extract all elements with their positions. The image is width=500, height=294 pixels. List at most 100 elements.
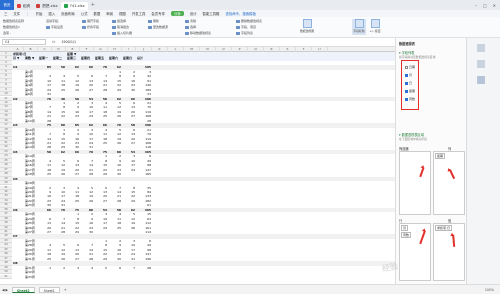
sheet-nav-icon[interactable]: ◀ ▶: [2, 288, 8, 292]
tab-file-1[interactable]: 把把.xlsx: [33, 2, 60, 10]
value-cell[interactable]: [52, 275, 66, 279]
field-weekday-label: 星期: [409, 89, 416, 93]
field-headers-button[interactable]: 字段标题: [352, 19, 366, 35]
slicer-icon: [112, 31, 116, 35]
field-settings-button[interactable]: 字段设置: [46, 25, 63, 29]
pivot-name-input[interactable]: 数据透视表1: [3, 25, 24, 29]
sheet-tab-1[interactable]: Sheet1: [38, 286, 60, 293]
select-button[interactable]: 选择: [185, 25, 211, 29]
field-day[interactable]: 日: [405, 81, 412, 85]
xlsx-file-icon: [36, 4, 41, 8]
field-settings-label: 字段设置: [51, 25, 64, 29]
row-item-month[interactable]: 月: [401, 225, 409, 231]
menu-item-toolbox[interactable]: 智能工具箱: [203, 11, 220, 16]
tab-home[interactable]: 首页: [0, 0, 14, 10]
pivot-chart-button[interactable]: 数据透视图: [300, 19, 314, 35]
row-number[interactable]: 51: [0, 274, 12, 279]
month-cell[interactable]: [12, 275, 24, 279]
tab-docer[interactable]: 稻壳: [14, 2, 33, 10]
field-weeknum[interactable]: 周数: [405, 97, 415, 101]
sidebar-tool-icon[interactable]: [477, 60, 485, 68]
move-pivot-button[interactable]: 移动数据透视表: [185, 31, 211, 35]
tab-home-label: 首页: [3, 2, 11, 7]
value-item-sum[interactable]: 求和项:日: [435, 225, 453, 231]
expand-field-label: 展开字段: [87, 19, 100, 23]
value-area[interactable]: [433, 223, 465, 281]
name-box[interactable]: C4: [2, 39, 46, 45]
select-icon: [185, 25, 189, 29]
row-item-week[interactable]: 周数: [401, 232, 412, 238]
pivot-field-panel: 数据透视表 ▾ 字段列表 将字段拖动至数据透视表区域 日期 月 日 星期 周数 …: [395, 38, 466, 284]
menu-item-file[interactable]: 文件: [13, 11, 20, 16]
collapse-field-button[interactable]: 折叠字段: [82, 25, 99, 29]
minimize-icon[interactable]: –: [475, 3, 477, 8]
options-button[interactable]: 选项 -: [3, 31, 24, 35]
ribbon-toolbar: 数据透视表名称 数据透视表1 选项 - 活动字段： 字段设置 展开字段 折叠字段…: [0, 17, 500, 38]
total-cell[interactable]: [136, 275, 152, 279]
new-tab-button[interactable]: +: [91, 2, 95, 8]
window-controls: – □ ✕: [475, 3, 500, 8]
sidebar-tool-icon[interactable]: [477, 44, 485, 52]
field-date-label: 日期: [409, 65, 416, 69]
fx-icon[interactable]: fx: [52, 40, 55, 44]
group-selection-button[interactable]: 组选择: [112, 19, 132, 23]
value-cell[interactable]: [94, 275, 108, 279]
fields-items-button[interactable]: 字段、项目: [236, 25, 262, 29]
insert-slicer-button[interactable]: 插入切片器: [112, 31, 132, 35]
maximize-icon[interactable]: □: [483, 3, 487, 8]
tab-file-1-label: 把把.xlsx: [42, 3, 58, 8]
fields-items-label: 字段、项目: [241, 25, 257, 29]
refresh-button[interactable]: 刷新: [148, 19, 168, 23]
menu-item-hamburger[interactable]: 三: [4, 11, 7, 16]
spreadsheet-app: 首页 稻壳 把把.xlsx 741.xlsx + – □ ✕ 三 文件 ⋮ 开始…: [0, 0, 500, 294]
zoom-level[interactable]: 100%: [485, 288, 494, 292]
group-selection-label: 组选择: [117, 19, 127, 23]
menu-item-data[interactable]: 数据: [93, 11, 100, 16]
value-cell[interactable]: [122, 275, 136, 279]
field-weekday[interactable]: 星期: [405, 89, 415, 93]
expand-field-button[interactable]: 展开字段: [82, 19, 99, 23]
value-cell[interactable]: [80, 275, 94, 279]
value-cell[interactable]: [66, 275, 80, 279]
week-cell[interactable]: 第33周: [24, 275, 38, 279]
add-sheet-button[interactable]: +: [64, 288, 67, 292]
checkbox-checked-icon: [405, 97, 408, 101]
menu-item-review[interactable]: 审阅: [106, 11, 113, 16]
sheet-grid[interactable]: 1 求和项:日 星期 ▼ 2 月 ▼ 周数 ▼ 星期一 星期二 星期三 星期四 星期五 星期六 星期日总…: [0, 52, 395, 284]
delete-pivot-button[interactable]: 删除数据透视表: [236, 19, 262, 23]
field-month[interactable]: 月: [405, 73, 412, 77]
menu-item-vip[interactable]: 会员专享: [151, 11, 165, 16]
menu-item-dev[interactable]: 开发工具: [132, 11, 146, 16]
ribbon-group-field: 活动字段： 字段设置: [46, 19, 63, 29]
tab-file-2[interactable]: 741.xlsx: [60, 2, 88, 10]
formula-input[interactable]: 1900/1/1: [61, 40, 76, 44]
close-icon[interactable]: ✕: [493, 3, 496, 8]
menu-item-analyze[interactable]: 分析: [170, 11, 184, 16]
value-cell[interactable]: [108, 275, 122, 279]
ungroup-button[interactable]: 取消组合: [112, 25, 132, 29]
plus-minus-button[interactable]: +/- 按钮: [368, 19, 382, 35]
field-list-button[interactable]: 字段列表: [236, 31, 262, 35]
refresh-icon: [148, 19, 152, 23]
sidebar-pivot-icon[interactable]: [477, 76, 485, 84]
sheet-tab-2[interactable]: Sheet2: [11, 286, 35, 293]
menu-item-view[interactable]: 视图: [119, 11, 126, 16]
header-icon: [354, 19, 364, 28]
menu-item-formula[interactable]: 公式: [81, 11, 88, 16]
menu-item-layout[interactable]: 页面布局: [61, 11, 75, 16]
menu-item-insert[interactable]: 插入: [48, 11, 55, 16]
column-item-weekday[interactable]: 星期: [435, 153, 446, 159]
eraser-icon: [185, 19, 189, 23]
search-command-input[interactable]: 查找命令、搜索模板: [225, 11, 256, 16]
menu-item-design[interactable]: 设计: [190, 11, 197, 16]
filter-area[interactable]: [399, 151, 431, 215]
column-area[interactable]: [433, 151, 465, 215]
menu-item-more[interactable]: ⋮: [26, 12, 29, 16]
field-date[interactable]: 日期: [405, 65, 415, 69]
value-cell[interactable]: [38, 275, 52, 279]
select-label: 选择: [190, 25, 197, 29]
field-headers-label: 字段标题: [353, 29, 365, 33]
change-source-button[interactable]: 更改数据源: [148, 25, 168, 29]
clear-button[interactable]: 清除: [185, 19, 211, 23]
menu-item-home[interactable]: 开始: [36, 11, 43, 16]
